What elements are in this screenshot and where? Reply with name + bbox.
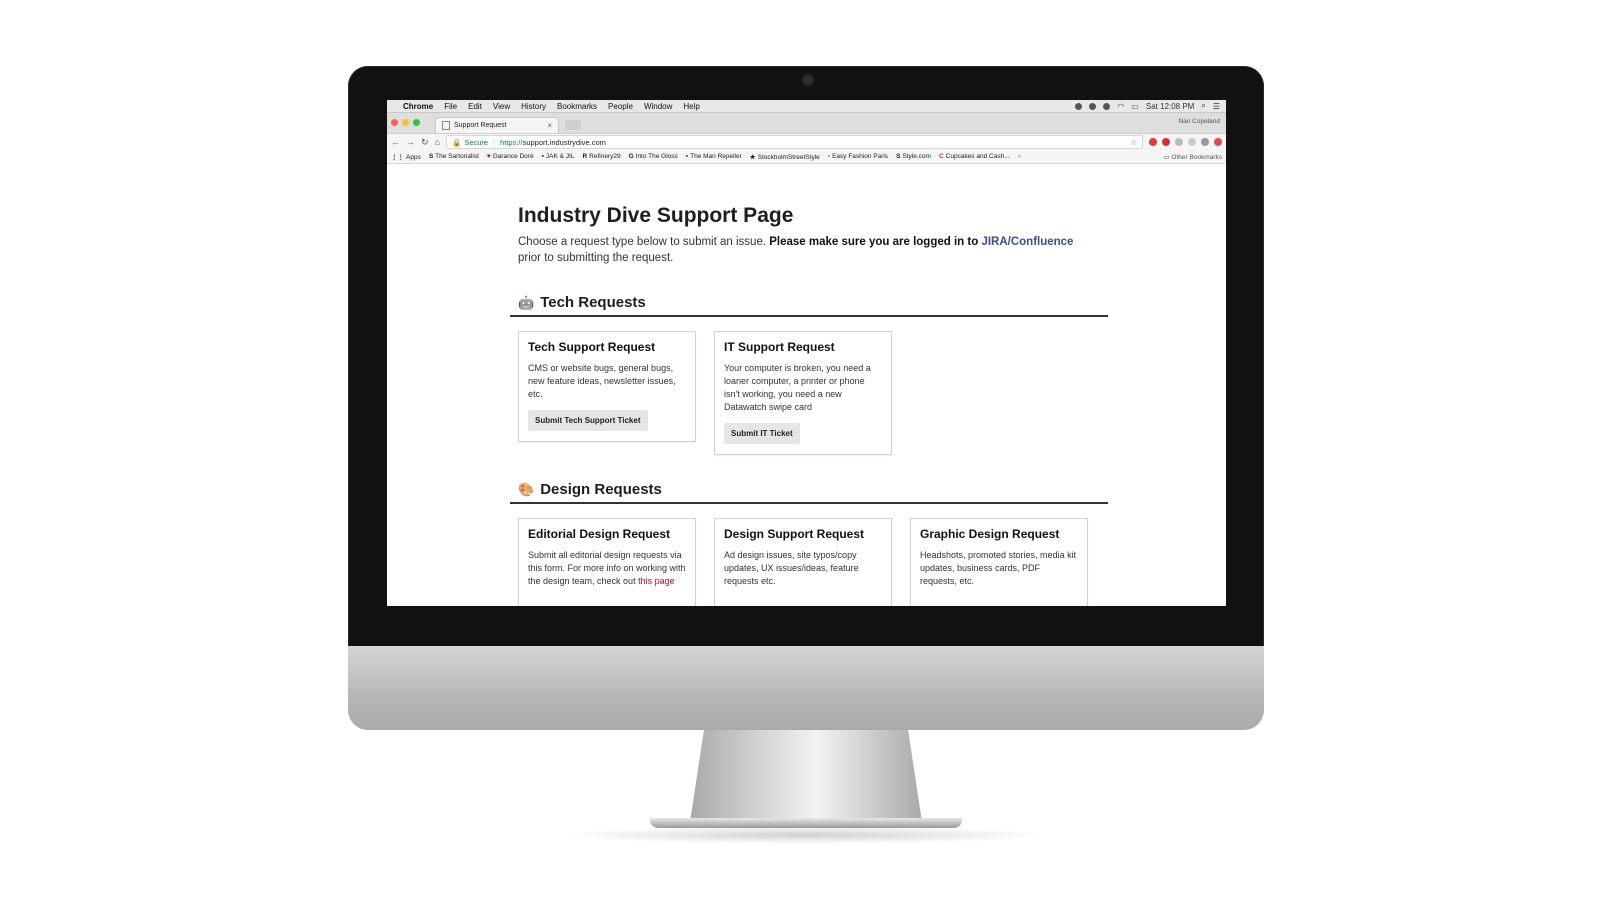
bookmarks-bar: ⋮⋮ Apps S The Sartorialist ♥ Garance Doré ▪… (387, 150, 1226, 164)
tab-strip: Support Request × Nan Copeland (387, 113, 1226, 134)
screen: Chrome File Edit View History Bookmarks … (387, 100, 1226, 606)
bookmark-into-the-gloss[interactable]: G Into The Gloss (629, 153, 678, 160)
zoom-window-button[interactable] (413, 119, 420, 126)
menu-view[interactable]: View (493, 102, 510, 111)
close-window-button[interactable] (391, 119, 398, 126)
bookmark-style-com[interactable]: S Style.com (896, 153, 931, 160)
page-title: Industry Dive Support Page (518, 204, 794, 227)
mac-menubar: Chrome File Edit View History Bookmarks … (387, 100, 1226, 113)
profile-name[interactable]: Nan Copeland (1178, 118, 1220, 125)
notification-center-icon[interactable]: ☰ (1213, 102, 1220, 111)
reload-icon[interactable]: ↻ (421, 137, 429, 148)
palette-icon: 🎨 (518, 481, 535, 497)
browser-toolbar: ← → ↻ ⌂ 🔒 Secure | https:// support.indu… (387, 134, 1226, 150)
card-description: CMS or website bugs, general bugs, new f… (528, 363, 676, 399)
submit-tech-support-button[interactable]: Submit Tech Support Ticket (528, 410, 648, 431)
imac-chin (348, 646, 1264, 730)
extension-icon[interactable] (1188, 138, 1196, 146)
card-title: Graphic Design Request (920, 527, 1060, 541)
menu-bookmarks[interactable]: Bookmarks (557, 102, 597, 111)
card-title: Editorial Design Request (528, 527, 671, 541)
bookmark-sartorialist[interactable]: S The Sartorialist (429, 153, 479, 160)
menu-history[interactable]: History (521, 102, 546, 111)
bookmark-garance-dore[interactable]: ♥ Garance Doré (487, 153, 534, 160)
card-editorial-design: Editorial Design Request Submit all edit… (518, 518, 696, 606)
card-tech-support: Tech Support Request CMS or website bugs… (518, 331, 696, 442)
design-cards: Editorial Design Request Submit all edit… (518, 518, 1118, 606)
address-bar[interactable]: 🔒 Secure | https:// support.industrydive… (445, 135, 1143, 149)
card-title: Tech Support Request (528, 340, 656, 354)
camera-icon (803, 75, 813, 85)
page-content: Industry Dive Support Page Choose a requ… (510, 204, 1118, 606)
spotlight-icon[interactable]: ⌕ (1201, 101, 1205, 111)
card-title: Design Support Request (724, 527, 865, 541)
extension-icon[interactable] (1214, 138, 1222, 146)
floor-shadow (560, 826, 1050, 844)
intro-bold: Please make sure you are logged in to (769, 236, 979, 248)
status-icon[interactable] (1103, 102, 1111, 110)
section-design-requests: 🎨 Design Requests (510, 481, 1108, 504)
back-icon[interactable]: ← (391, 137, 400, 147)
card-it-support: IT Support Request Your computer is brok… (714, 331, 892, 455)
bookmark-apps[interactable]: ⋮⋮ Apps (391, 153, 421, 161)
menu-people[interactable]: People (608, 102, 633, 111)
url-scheme: https:// (500, 137, 523, 147)
bookmark-refinery29[interactable]: R Refinery29 (582, 153, 620, 160)
this-page-link[interactable]: this page (638, 576, 675, 586)
bookmark-jak-jil[interactable]: ▪ JAK & JIL (542, 153, 575, 160)
robot-icon: 🤖 (518, 294, 535, 310)
tab-title: Support Request (454, 122, 507, 129)
extension-icon[interactable] (1201, 138, 1209, 146)
minimize-window-button[interactable] (402, 119, 409, 126)
submit-it-ticket-button[interactable]: Submit IT Ticket (724, 423, 800, 444)
bookmark-easy-fashion-paris[interactable]: ▫ Easy Fashion Paris (828, 153, 888, 160)
forward-icon[interactable]: → (406, 137, 415, 147)
extension-icon[interactable] (1175, 138, 1183, 146)
close-icon[interactable]: × (547, 121, 552, 130)
pinterest-icon[interactable] (1149, 138, 1157, 146)
more-bookmarks-icon[interactable]: » (1018, 153, 1022, 160)
intro-text: Choose a request type below to submit an… (518, 236, 1074, 264)
menubar-status-area: ◠ ▭ Sat 12:08 PM ⌕ ☰ (1075, 101, 1220, 111)
url-host: support.industrydive.com (522, 137, 606, 147)
card-description: Ad design issues, site typos/copy update… (724, 550, 859, 586)
card-graphic-design: Graphic Design Request Headshots, promot… (910, 518, 1088, 606)
jira-confluence-link[interactable]: JIRA/Confluence (981, 236, 1073, 248)
imac-stand (690, 730, 922, 822)
page-icon (442, 121, 450, 130)
extensions (1149, 138, 1222, 146)
bookmark-star-icon[interactable]: ☆ (1130, 138, 1137, 147)
dropbox-icon[interactable] (1089, 102, 1097, 110)
clock[interactable]: Sat 12:08 PM (1146, 102, 1194, 111)
menu-window[interactable]: Window (644, 102, 672, 111)
window-controls (391, 119, 420, 126)
apps-grid-icon: ⋮⋮ (391, 153, 404, 161)
bookmark-stockholm[interactable]: ★ StockholmStreetStyle (750, 153, 820, 161)
home-icon[interactable]: ⌂ (435, 137, 440, 147)
section-tech-requests: 🤖 Tech Requests (510, 294, 1108, 317)
heart-icon: ♥ (486, 153, 491, 160)
secure-label: Secure (464, 137, 489, 147)
lock-icon: 🔒 (451, 137, 462, 147)
card-title: IT Support Request (724, 340, 835, 354)
opera-icon[interactable] (1162, 138, 1170, 146)
battery-icon[interactable]: ▭ (1131, 102, 1139, 111)
bookmark-cupcakes[interactable]: C Cupcakes and Cash... (939, 153, 1010, 160)
tab-support-request[interactable]: Support Request × (435, 117, 559, 133)
separator: | (493, 137, 496, 147)
tech-cards: Tech Support Request CMS or website bugs… (518, 331, 1118, 455)
card-description: Your computer is broken, you need a loan… (724, 363, 871, 412)
bookmark-man-repeller[interactable]: ▪ The Man Repeller (686, 153, 742, 160)
other-bookmarks[interactable]: ▭ Other Bookmarks (1163, 153, 1222, 161)
menu-help[interactable]: Help (683, 102, 699, 111)
menu-file[interactable]: File (444, 102, 457, 111)
status-icon[interactable] (1075, 102, 1083, 110)
new-tab-button[interactable] (565, 120, 581, 130)
card-design-support: Design Support Request Ad design issues,… (714, 518, 892, 606)
menu-edit[interactable]: Edit (468, 102, 482, 111)
menu-app-chrome[interactable]: Chrome (403, 102, 433, 111)
wifi-icon[interactable]: ◠ (1117, 102, 1124, 111)
card-description: Headshots, promoted stories, media kit u… (920, 550, 1077, 586)
card-description: Submit all editorial design requests via… (528, 550, 686, 586)
